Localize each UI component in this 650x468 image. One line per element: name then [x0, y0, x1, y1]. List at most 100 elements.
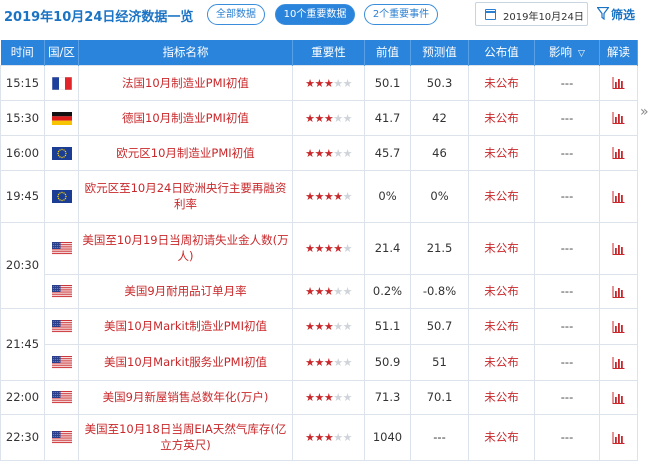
- star-icon: ★: [342, 431, 353, 444]
- star-icon: ★: [314, 76, 324, 90]
- bar-chart-icon[interactable]: [612, 77, 625, 89]
- bar-chart-icon[interactable]: [612, 190, 625, 203]
- col-impact-label: 影响: [549, 45, 573, 60]
- usa-flag-icon: [51, 356, 72, 369]
- bar-chart-icon[interactable]: [612, 320, 625, 333]
- row-importance: ★★★★★: [292, 413, 365, 461]
- star-icon: ★: [342, 356, 353, 369]
- table-row[interactable]: 19:45 欧元区至10月24日欧洲央行主要再融资利率 ★★★★★ 0% 0% 未公布 --…: [0, 169, 638, 223]
- row-importance: ★★★★★: [292, 169, 365, 223]
- germany-flag-icon: [51, 111, 72, 125]
- bar-chart-icon[interactable]: [612, 285, 625, 298]
- table-row[interactable]: 美国9月耐用品订单月率 ★★★★★ 0.2% -0.8% 未公布 ---: [1, 273, 638, 309]
- row-analysis[interactable]: [599, 99, 638, 136]
- row-time: 20:30: [0, 221, 45, 309]
- star-icon: ★: [342, 111, 353, 125]
- row-forecast: -0.8%: [410, 273, 469, 309]
- row-indicator-link[interactable]: 德国10月制造业PMI初值: [78, 99, 293, 136]
- col-previous: 前值: [364, 40, 411, 65]
- row-region: [44, 379, 79, 415]
- eu-flag-icon: [51, 146, 72, 160]
- row-analysis[interactable]: [599, 64, 638, 101]
- chevron-down-icon: ▽: [578, 49, 585, 60]
- filter-all-data-button[interactable]: 全部数据: [207, 4, 265, 25]
- star-icon: ★: [323, 285, 334, 298]
- filter-important-events-button[interactable]: 2个重要事件: [364, 4, 438, 25]
- filter-important-data-button[interactable]: 10个重要数据: [275, 4, 355, 25]
- row-region: [44, 99, 79, 136]
- table-row[interactable]: 15:15 法国10月制造业PMI初值 ★★★★★ 50.1 50.3 未公布 ---: [0, 64, 638, 101]
- row-indicator-link[interactable]: 欧元区至10月24日欧洲央行主要再融资利率: [78, 169, 293, 223]
- row-indicator-link[interactable]: 美国至10月18日当周EIA天然气库存(亿立方英尺): [78, 413, 293, 461]
- importance-stars: ★★★★★: [305, 391, 352, 404]
- row-indicator-link[interactable]: 法国10月制造业PMI初值: [78, 64, 293, 101]
- row-analysis[interactable]: [599, 307, 638, 345]
- table-row[interactable]: 16:00 欧元区10月制造业PMI初值 ★★★★★ 45.7 46 未公布 ---: [0, 134, 638, 171]
- row-time: 15:15: [0, 64, 45, 101]
- row-region: [44, 169, 79, 223]
- bar-chart-icon[interactable]: [612, 356, 625, 369]
- row-previous: 51.1: [364, 307, 411, 345]
- row-forecast: 42: [410, 99, 469, 136]
- table-row[interactable]: 20:30 美国至10月19日当周初请失业金人数(万人) ★★★★★ 21.4 21.5…: [0, 221, 638, 309]
- star-icon: ★: [333, 76, 343, 90]
- col-time: 时间: [0, 40, 45, 65]
- row-actual: 未公布: [468, 379, 535, 415]
- row-impact: ---: [534, 307, 600, 345]
- row-previous: 0.2%: [364, 273, 411, 309]
- bar-chart-icon[interactable]: [612, 431, 625, 444]
- row-impact: ---: [534, 99, 600, 136]
- star-icon: ★: [323, 431, 334, 444]
- row-analysis[interactable]: [599, 134, 638, 171]
- col-actual: 公布值: [468, 40, 535, 65]
- row-forecast: ---: [410, 413, 469, 461]
- row-analysis[interactable]: [599, 379, 638, 415]
- row-indicator-link[interactable]: 美国至10月19日当周初请失业金人数(万人): [78, 221, 293, 275]
- star-icon: ★: [314, 391, 324, 404]
- row-analysis[interactable]: [599, 169, 638, 223]
- row-indicator-link[interactable]: 美国9月耐用品订单月率: [78, 273, 293, 309]
- row-impact: ---: [534, 169, 600, 223]
- star-icon: ★: [323, 146, 334, 160]
- row-impact: ---: [534, 221, 600, 275]
- row-region: [44, 343, 79, 381]
- row-analysis[interactable]: [599, 273, 638, 309]
- row-indicator-link[interactable]: 美国9月新屋销售总数年化(万户): [78, 379, 293, 415]
- row-forecast: 70.1: [410, 379, 469, 415]
- table-row[interactable]: 15:30 德国10月制造业PMI初值 ★★★★★ 41.7 42 未公布 ---: [0, 99, 638, 136]
- row-time: 15:30: [0, 99, 45, 136]
- bar-chart-icon[interactable]: [612, 112, 625, 124]
- chevron-right-icon[interactable]: »: [640, 104, 649, 120]
- bar-chart-icon[interactable]: [612, 391, 625, 404]
- row-analysis[interactable]: [599, 343, 638, 381]
- row-actual: 未公布: [468, 134, 535, 171]
- star-icon: ★: [314, 111, 324, 125]
- row-indicator-link[interactable]: 美国10月Markit制造业PMI初值: [78, 307, 293, 345]
- row-analysis[interactable]: [599, 413, 638, 461]
- row-actual: 未公布: [468, 343, 535, 381]
- row-importance: ★★★★★: [292, 307, 365, 345]
- importance-stars: ★★★★★: [305, 77, 352, 90]
- row-forecast: 46: [410, 134, 469, 171]
- row-actual: 未公布: [468, 273, 535, 309]
- bar-chart-icon[interactable]: [612, 242, 625, 255]
- col-impact[interactable]: 影响 ▽: [534, 40, 600, 65]
- star-icon: ★: [314, 146, 324, 160]
- table-row[interactable]: 22:00 美国9月新屋销售总数年化(万户) ★★★★★ 71.3 70.1 未公布 ---: [0, 379, 638, 415]
- eu-flag-icon: [51, 190, 72, 203]
- star-icon: ★: [333, 111, 343, 125]
- row-indicator-link[interactable]: 美国10月Markit服务业PMI初值: [78, 343, 293, 381]
- table-row[interactable]: 22:30 美国至10月18日当周EIA天然气库存(亿立方英尺) ★★★★★ 1040…: [0, 413, 638, 461]
- date-picker[interactable]: 2019年10月24日: [475, 2, 588, 26]
- bar-chart-icon[interactable]: [612, 147, 625, 159]
- row-indicator-link[interactable]: 欧元区10月制造业PMI初值: [78, 134, 293, 171]
- col-analysis: 解读: [599, 40, 638, 65]
- table-header: 时间 国/区 指标名称 重要性 前值 预测值 公布值 影响 ▽ 解读: [0, 40, 638, 65]
- table-row[interactable]: 21:45 美国10月Markit制造业PMI初值 ★★★★★ 51.1 50.7 未公布…: [0, 307, 638, 381]
- row-forecast: 50.3: [410, 64, 469, 101]
- star-icon: ★: [314, 190, 324, 203]
- star-icon: ★: [314, 356, 324, 369]
- row-analysis[interactable]: [599, 221, 638, 275]
- star-icon: ★: [323, 190, 334, 203]
- table-row[interactable]: 美国10月Markit服务业PMI初值 ★★★★★ 50.9 51 未公布 ---: [1, 343, 638, 381]
